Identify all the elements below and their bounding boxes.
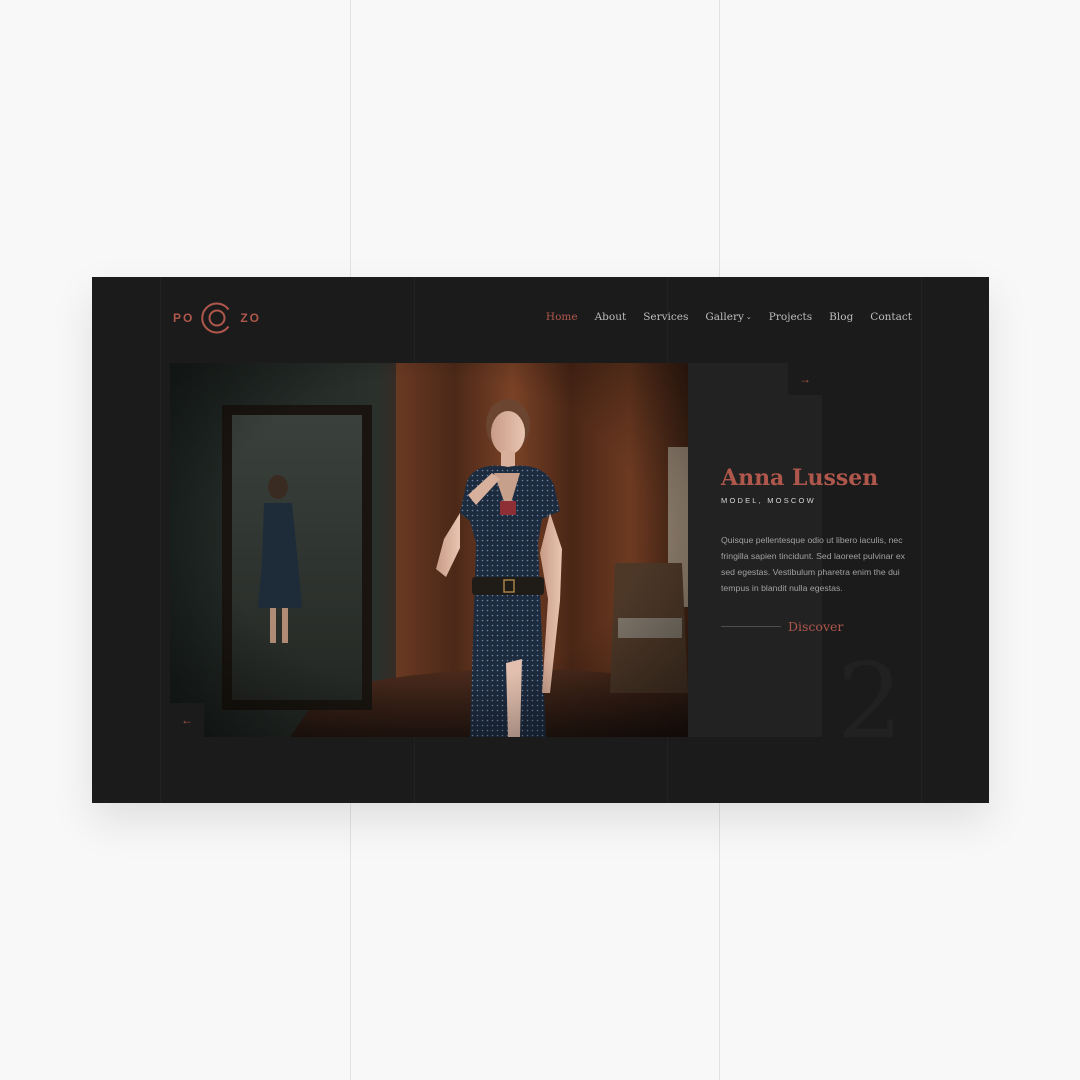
logo-text-right: ZO	[240, 311, 262, 325]
nav-blog[interactable]: Blog	[829, 311, 853, 323]
nav-projects[interactable]: Projects	[769, 311, 812, 323]
nav-services[interactable]: Services	[643, 311, 688, 323]
site-logo[interactable]: PO ZO	[173, 299, 261, 337]
nav-home[interactable]: Home	[546, 311, 578, 323]
discover-line	[721, 626, 781, 628]
nav-about[interactable]: About	[595, 311, 627, 323]
arrow-right-icon: →	[799, 372, 811, 386]
profile-name: Anna Lussen	[721, 465, 879, 491]
logo-rings-icon	[200, 301, 234, 335]
website-mockup: PO ZO Home About Services Gallery ⌄ Proje…	[92, 277, 989, 803]
arrow-left-icon: ←	[181, 713, 193, 727]
grid-line	[160, 277, 161, 803]
profile-description: Quisque pellentesque odio ut libero iacu…	[721, 535, 905, 594]
slide-number: 2	[837, 640, 904, 762]
profile-content: Anna Lussen MODEL, MOSCOW Quisque pellen…	[721, 465, 921, 634]
discover-link[interactable]: Discover	[721, 619, 921, 634]
grid-line	[921, 277, 922, 803]
logo-text-left: PO	[173, 311, 195, 325]
nav-gallery[interactable]: Gallery ⌄	[705, 311, 751, 323]
hero-photo	[170, 363, 688, 737]
main-nav: Home About Services Gallery ⌄ Projects Bl…	[546, 311, 912, 323]
prev-slide-button[interactable]: ←	[170, 703, 204, 737]
profile-role: MODEL, MOSCOW	[721, 496, 816, 506]
next-slide-button[interactable]: →	[788, 363, 822, 395]
nav-contact[interactable]: Contact	[870, 311, 912, 323]
nav-gallery-label: Gallery	[705, 311, 744, 323]
discover-label: Discover	[788, 619, 844, 635]
chevron-down-icon: ⌄	[745, 313, 752, 321]
